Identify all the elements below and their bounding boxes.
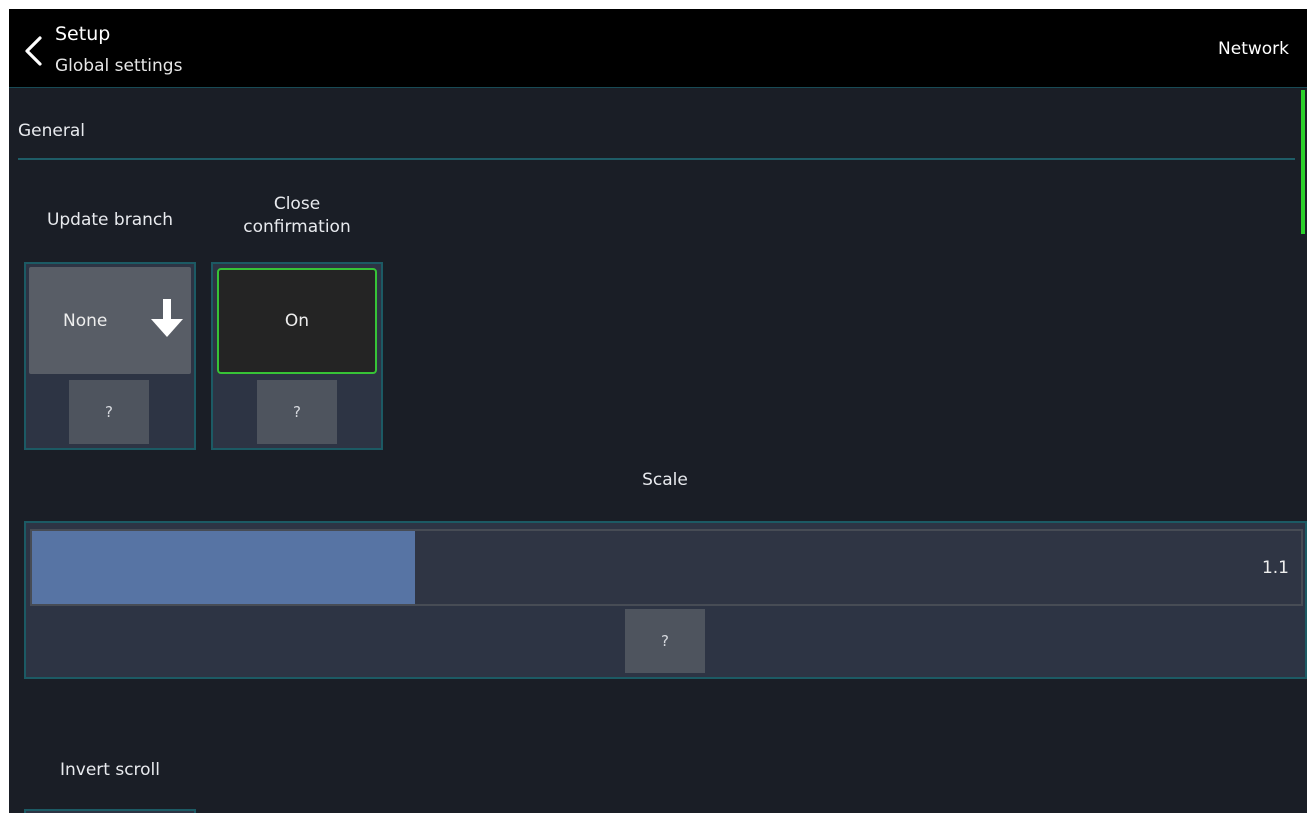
scale-card: 1.1 ? (24, 521, 1307, 679)
invert-scroll-label: Invert scroll (59, 760, 161, 780)
close-confirmation-card: On ? (211, 262, 383, 450)
close-confirmation-label-line1: Close (273, 194, 321, 214)
close-confirmation-label: Close confirmation (212, 193, 382, 239)
close-confirmation-toggle[interactable]: On (217, 268, 377, 374)
invert-scroll-card (24, 809, 196, 813)
arrow-down-icon (151, 299, 183, 337)
close-confirmation-help-button[interactable]: ? (257, 380, 337, 444)
close-confirmation-label-line2: confirmation (243, 217, 351, 237)
page-title: Setup (55, 23, 111, 45)
chevron-left-icon (25, 36, 42, 66)
section-divider (18, 158, 1295, 160)
scroll-indicator (1301, 90, 1305, 234)
scale-help-button[interactable]: ? (625, 609, 705, 673)
setup-screen: Setup Global settings Network General Up… (9, 9, 1307, 813)
scale-label: Scale (642, 470, 688, 490)
scale-slider[interactable]: 1.1 (30, 529, 1303, 606)
header-bar: Setup Global settings Network (9, 9, 1307, 88)
scale-value: 1.1 (1261, 557, 1289, 578)
back-button[interactable] (9, 29, 53, 73)
section-header-general: General (18, 121, 85, 141)
update-branch-help-button[interactable]: ? (69, 380, 149, 444)
update-branch-value: None (63, 310, 108, 331)
update-branch-dropdown[interactable]: None (29, 267, 191, 374)
network-button[interactable]: Network (1218, 39, 1289, 59)
page-subtitle: Global settings (55, 56, 183, 76)
scale-slider-fill (32, 531, 416, 604)
update-branch-card: None ? (24, 262, 196, 450)
update-branch-label: Update branch (46, 210, 174, 230)
